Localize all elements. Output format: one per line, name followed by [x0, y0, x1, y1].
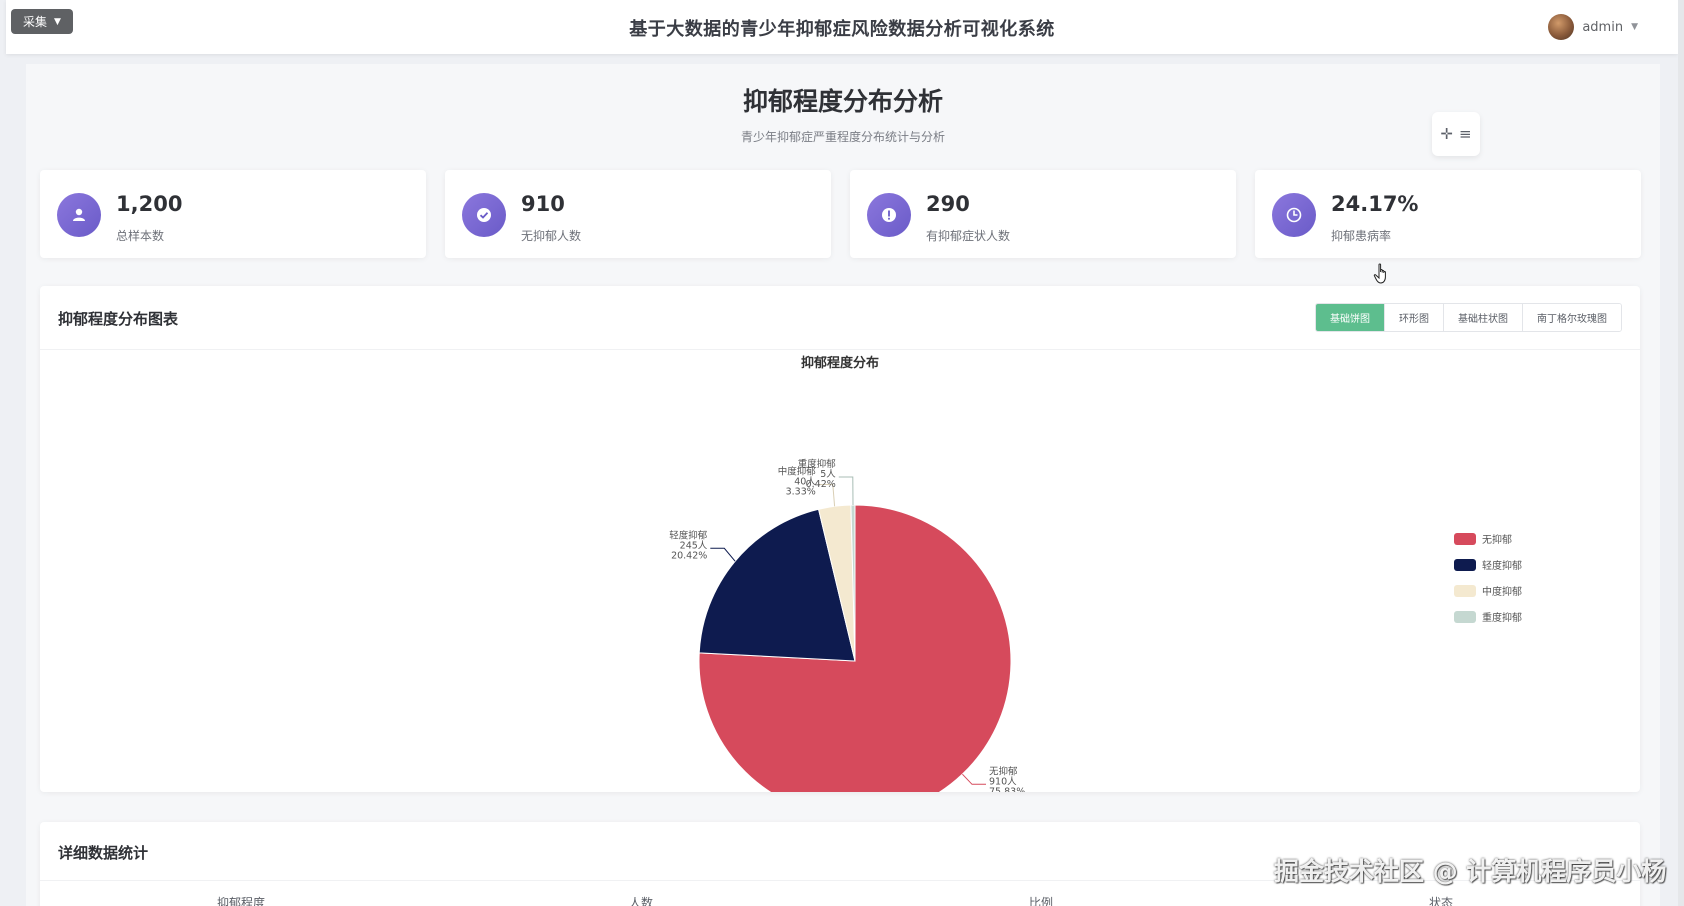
legend-label-1[interactable]: 轻度抑郁 [1482, 559, 1522, 572]
main-content: 抑郁程度分布分析 青少年抑郁症严重程度分布统计与分析 ✛ ≡ 1,200 总样本… [26, 64, 1660, 906]
legend-label-2[interactable]: 中度抑郁 [1482, 585, 1522, 598]
pie-label-line-0 [962, 773, 986, 785]
column-header-ratio[interactable]: 比例 [1029, 894, 1053, 906]
top-bar: 采集 ▼ 基于大数据的青少年抑郁症风险数据分析可视化系统 admin ▼ [6, 0, 1678, 54]
menu-icon[interactable]: ≡ [1459, 125, 1472, 143]
chart-card-header: 抑郁程度分布图表 基础饼图 环形图 基础柱状图 南丁格尔玫瑰图 [40, 286, 1640, 350]
stat-card-no-depression: 910 无抑郁人数 [445, 170, 831, 258]
app-title: 基于大数据的青少年抑郁症风险数据分析可视化系统 [629, 19, 1055, 40]
pie-label-text-3-2: 0.42% [806, 479, 836, 490]
table-card-title: 详细数据统计 [58, 844, 149, 862]
tab-basic-pie[interactable]: 基础饼图 [1316, 304, 1384, 331]
chart-type-tabs: 基础饼图 环形图 基础柱状图 南丁格尔玫瑰图 [1315, 303, 1622, 332]
stat-label: 有抑郁症状人数 [926, 229, 1011, 243]
stat-label: 总样本数 [116, 229, 165, 243]
stat-card-symptoms: 290 有抑郁症状人数 [850, 170, 1236, 258]
stat-label: 抑郁患病率 [1331, 229, 1392, 243]
user-icon [57, 193, 101, 237]
chart-card-title: 抑郁程度分布图表 [58, 310, 179, 328]
pie-label-line-1 [710, 547, 736, 562]
stat-value: 24.17% [1331, 192, 1419, 216]
exclamation-icon [867, 193, 911, 237]
caret-down-icon: ▼ [1631, 22, 1638, 32]
tab-basic-bar[interactable]: 基础柱状图 [1443, 304, 1522, 331]
column-header-status[interactable]: 状态 [1429, 894, 1453, 906]
legend-swatch-3[interactable] [1454, 611, 1476, 623]
pie-label-text-0-2: 75.83% [989, 786, 1025, 792]
chart-title: 抑郁程度分布 [801, 355, 879, 371]
pie-slices [698, 504, 1012, 792]
hand-cursor-icon [1373, 263, 1386, 284]
avatar [1548, 14, 1575, 40]
stat-value: 1,200 [116, 192, 183, 216]
tab-donut[interactable]: 环形图 [1384, 304, 1443, 331]
column-header-level[interactable]: 抑郁程度 [217, 894, 265, 906]
legend-label-0[interactable]: 无抑郁 [1482, 533, 1512, 546]
chart-legend: 无抑郁轻度抑郁中度抑郁重度抑郁 [1454, 533, 1522, 624]
pie-label-text-1-2: 20.42% [671, 550, 707, 561]
tab-nightingale-rose[interactable]: 南丁格尔玫瑰图 [1522, 304, 1621, 331]
legend-swatch-0[interactable] [1454, 533, 1476, 545]
legend-swatch-2[interactable] [1454, 585, 1476, 597]
check-circle-icon [462, 193, 506, 237]
stat-card-prevalence: 24.17% 抑郁患病率 [1255, 170, 1641, 258]
move-icon[interactable]: ✛ [1440, 125, 1453, 143]
pie-label-line-3 [838, 476, 854, 506]
scrollbar[interactable] [1678, 0, 1684, 906]
page-subtitle: 青少年抑郁症严重程度分布统计与分析 [740, 130, 945, 144]
stat-value: 290 [926, 192, 970, 216]
legend-swatch-1[interactable] [1454, 559, 1476, 571]
stat-card-total: 1,200 总样本数 [40, 170, 426, 258]
watermark: 掘金技术社区 @ 计算机程序员小杨 [1274, 857, 1667, 886]
page-title: 抑郁程度分布分析 [742, 87, 943, 116]
column-header-count[interactable]: 人数 [629, 894, 653, 906]
chart-card: 抑郁程度分布图表 基础饼图 环形图 基础柱状图 南丁格尔玫瑰图 抑郁程度分布 无… [40, 286, 1640, 792]
pie-chart: 抑郁程度分布 无抑郁910人75.83%轻度抑郁245人20.42%中度抑郁40… [669, 355, 1522, 792]
stat-label: 无抑郁人数 [521, 229, 582, 243]
legend-label-3[interactable]: 重度抑郁 [1482, 611, 1522, 624]
floating-toolbar[interactable]: ✛ ≡ [1432, 112, 1480, 156]
pie-clock-icon [1272, 193, 1316, 237]
user-name: admin [1582, 19, 1624, 35]
user-menu[interactable]: admin ▼ [1548, 14, 1638, 40]
stat-value: 910 [521, 192, 565, 216]
